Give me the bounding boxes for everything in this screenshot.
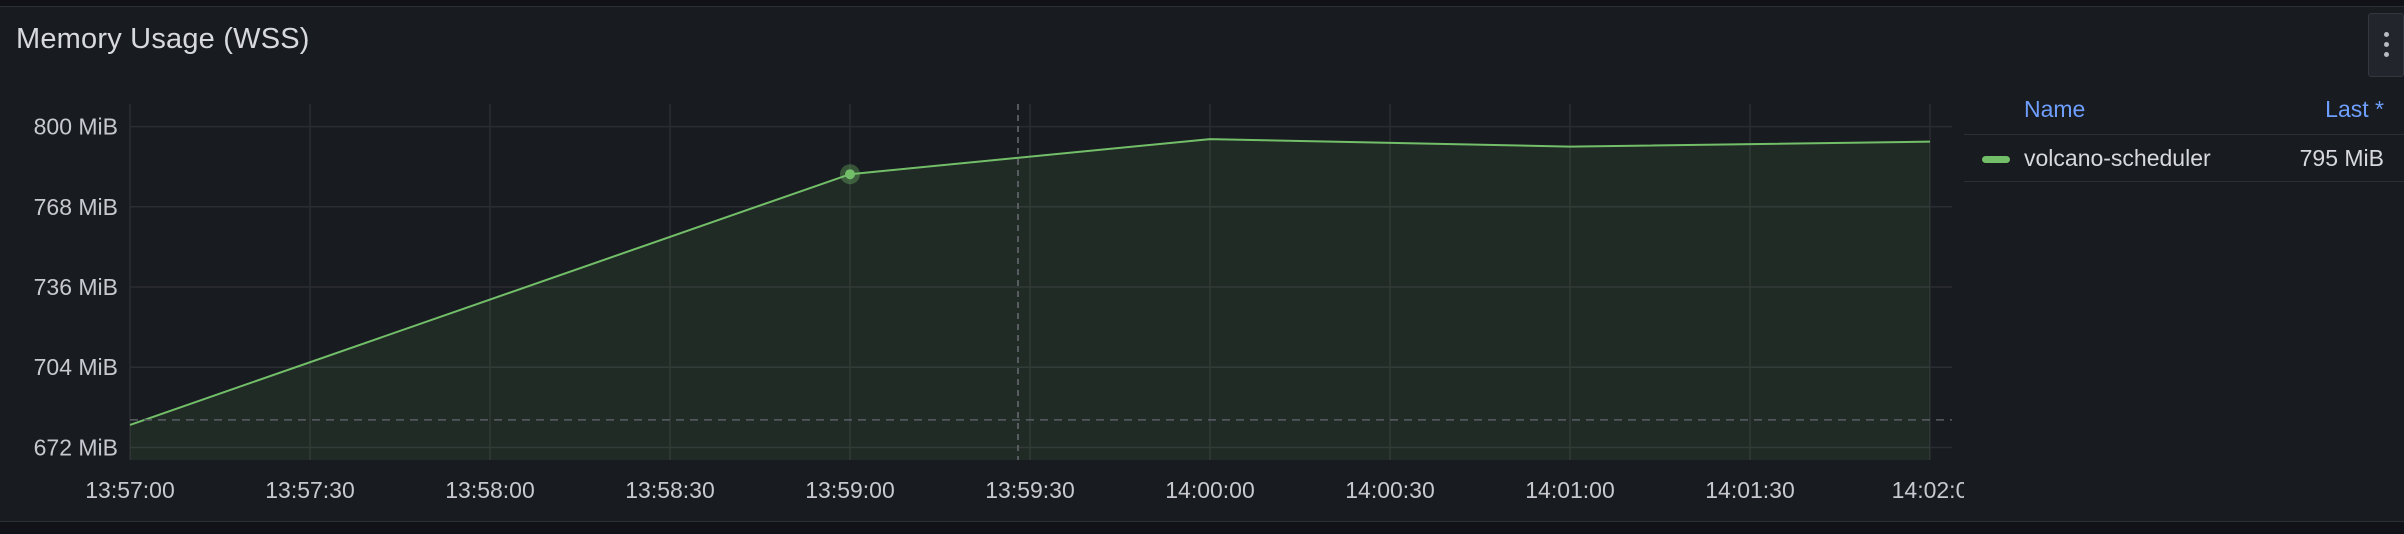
legend-series-name: volcano-scheduler [2024, 145, 2211, 171]
kebab-menu-icon-dot [2384, 42, 2389, 47]
x-tick-label: 13:59:30 [985, 477, 1075, 503]
x-tick-label: 14:01:30 [1705, 477, 1795, 503]
kebab-menu-icon-dot [2384, 52, 2389, 57]
legend-series-last: 795 MiB [2299, 145, 2384, 171]
x-tick-label: 14:00:00 [1165, 477, 1255, 503]
series-color-swatch [1982, 156, 2010, 163]
series-area [130, 139, 1930, 461]
y-tick-label: 768 MiB [34, 194, 118, 220]
x-tick-label: 13:57:00 [85, 477, 175, 503]
chart-series [129, 138, 1931, 461]
memory-chart[interactable]: 672 MiB 704 MiB 736 MiB 768 MiB 800 MiB 13:5… [0, 0, 1964, 534]
kebab-menu-icon-dot [2384, 32, 2389, 37]
x-tick-label: 14:01:00 [1525, 477, 1615, 503]
legend-item-volcano-scheduler[interactable]: volcano-scheduler 795 MiB [1964, 135, 2404, 182]
legend-last-header[interactable]: Last * [2325, 96, 2384, 123]
hover-point [845, 169, 855, 180]
x-axis: 13:57:00 13:57:30 13:58:00 13:58:30 13:59:00… [85, 477, 1964, 503]
y-tick-label: 672 MiB [34, 434, 118, 460]
x-tick-label: 14:02:0 [1892, 477, 1964, 503]
y-tick-label: 736 MiB [34, 274, 118, 300]
legend-table: Name Last * volcano-scheduler 795 MiB [1964, 88, 2404, 182]
y-tick-label: 800 MiB [34, 114, 118, 140]
panel-menu-button[interactable] [2368, 13, 2404, 77]
y-axis: 672 MiB 704 MiB 736 MiB 768 MiB 800 MiB [34, 114, 118, 461]
legend-header: Name Last * [1964, 88, 2404, 135]
x-tick-label: 13:59:00 [805, 477, 895, 503]
x-tick-label: 13:58:00 [445, 477, 535, 503]
y-tick-label: 704 MiB [34, 354, 118, 380]
x-tick-label: 13:57:30 [265, 477, 355, 503]
legend-name-header[interactable]: Name [2024, 96, 2085, 123]
x-tick-label: 14:00:30 [1345, 477, 1435, 503]
x-tick-label: 13:58:30 [625, 477, 715, 503]
